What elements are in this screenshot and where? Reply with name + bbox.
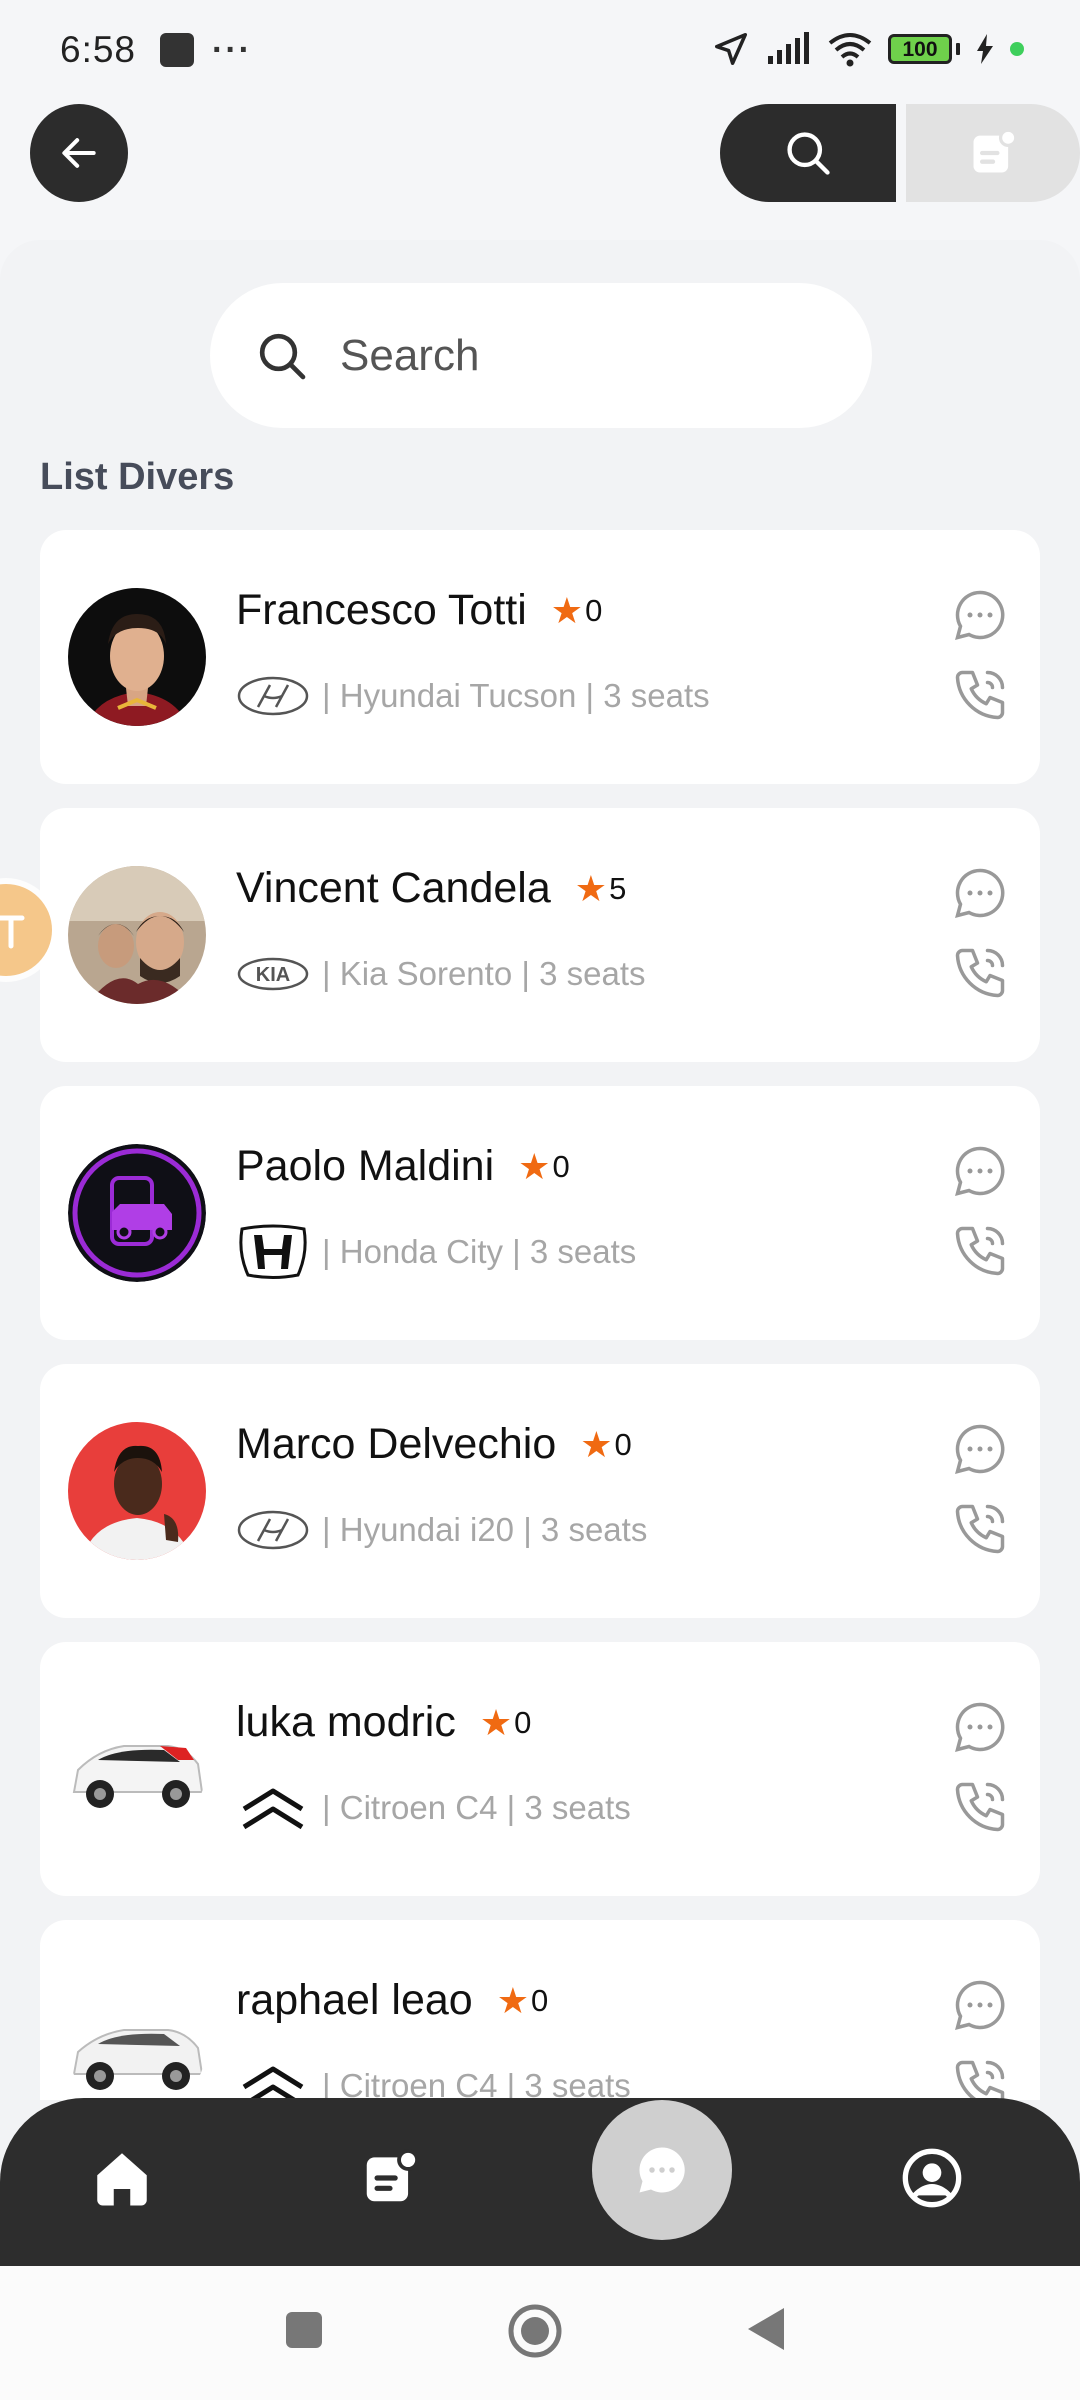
document-icon xyxy=(973,128,1018,173)
citroen-logo-icon xyxy=(236,1779,310,1837)
car-info: | Hyundai Tucson | 3 seats xyxy=(236,666,710,726)
nav-chat[interactable] xyxy=(592,2100,732,2240)
avatar xyxy=(68,1422,206,1560)
avatar xyxy=(68,866,206,1004)
kia-logo-icon: KIA xyxy=(236,945,310,1003)
call-button[interactable] xyxy=(950,1777,1010,1837)
avatar xyxy=(68,1144,206,1282)
chat-button[interactable] xyxy=(950,1975,1010,2035)
driver-name: Francesco Totti ★ 0 xyxy=(236,586,603,634)
profile-icon xyxy=(902,2148,962,2208)
chat-button[interactable] xyxy=(950,1141,1010,1201)
recents-button[interactable] xyxy=(282,2308,326,2352)
driver-card[interactable]: Marco Delvechio ★ 0 | Hyundai i20 | 3 sea… xyxy=(40,1364,1040,1618)
circle-icon xyxy=(508,2304,562,2358)
system-nav-bar xyxy=(0,2266,1080,2400)
driver-list[interactable]: Francesco Totti ★ 0 | Hyundai Tucson | 3 … xyxy=(0,530,1080,2100)
chat-icon xyxy=(639,2147,685,2193)
battery-indicator: 100 xyxy=(888,34,960,64)
driver-name: raphael leao ★ 0 xyxy=(236,1976,549,2024)
honda-logo-icon xyxy=(236,1223,310,1281)
back-system-button[interactable] xyxy=(744,2304,788,2354)
star-icon: ★ xyxy=(496,1979,529,2021)
driver-card[interactable]: Vincent Candela ★ 5 KIA | Kia Sorento | 3… xyxy=(40,808,1040,1062)
driver-card[interactable]: Paolo Maldini ★ 0 | Honda City | 3 seats xyxy=(40,1086,1040,1340)
call-button[interactable] xyxy=(950,943,1010,1003)
driver-name: luka modric ★ 0 xyxy=(236,1698,532,1746)
location-arrow-icon xyxy=(715,33,747,65)
status-time: 6:58 xyxy=(60,29,137,70)
search-icon xyxy=(787,132,830,175)
driver-card[interactable]: raphael leao ★ 0 | Citroen C4 | 3 seats xyxy=(40,1920,1040,2100)
call-button[interactable] xyxy=(950,1221,1010,1281)
triangle-back-icon xyxy=(748,2308,784,2350)
driver-card[interactable]: luka modric ★ 0 | Citroen C4 | 3 seats xyxy=(40,1642,1040,1896)
header-search-button[interactable] xyxy=(720,104,896,202)
star-icon: ★ xyxy=(479,1701,513,1743)
back-button[interactable] xyxy=(30,104,128,202)
home-system-button[interactable] xyxy=(506,2302,564,2360)
call-button[interactable] xyxy=(950,2055,1010,2100)
car-info: | Honda City | 3 seats xyxy=(236,1222,636,1282)
search-icon xyxy=(259,333,306,379)
driver-name: Paolo Maldini ★ 0 xyxy=(236,1142,570,1190)
svg-text:KIA: KIA xyxy=(256,964,290,986)
avatar xyxy=(68,1700,206,1838)
chat-button[interactable] xyxy=(950,1419,1010,1479)
driver-card[interactable]: Francesco Totti ★ 0 | Hyundai Tucson | 3 … xyxy=(40,530,1040,784)
car-info: KIA | Kia Sorento | 3 seats xyxy=(236,944,646,1004)
driver-name: Marco Delvechio ★ 0 xyxy=(236,1420,632,1468)
star-icon: ★ xyxy=(574,867,608,909)
nav-home[interactable] xyxy=(82,2138,162,2218)
square-icon xyxy=(286,2312,322,2348)
home-icon xyxy=(97,2153,147,2206)
rating: ★ 0 xyxy=(518,1145,570,1187)
nav-profile[interactable] xyxy=(892,2138,972,2218)
rating: ★ 0 xyxy=(580,1423,632,1465)
chat-button[interactable] xyxy=(950,585,1010,645)
wifi-icon xyxy=(828,33,872,67)
call-button[interactable] xyxy=(950,1499,1010,1559)
citroen-logo-icon xyxy=(236,2057,310,2100)
chat-button[interactable] xyxy=(950,1697,1010,1757)
rating: ★ 0 xyxy=(496,1979,549,2021)
rating: ★ 5 xyxy=(574,867,627,909)
app-notification-icon xyxy=(160,33,195,67)
charging-bolt-icon xyxy=(977,34,993,64)
car-info: | Hyundai i20 | 3 seats xyxy=(236,1500,647,1560)
driver-name: Vincent Candela ★ 5 xyxy=(236,864,627,912)
more-notifications-icon: ··· xyxy=(212,30,252,69)
rating: ★ 0 xyxy=(550,589,603,631)
bottom-nav xyxy=(0,2098,1080,2266)
search-input[interactable] xyxy=(340,330,790,381)
car-info: | Citroen C4 | 3 seats xyxy=(236,1778,631,1838)
header-document-button[interactable] xyxy=(906,104,1080,202)
status-indicators: 100 xyxy=(712,30,1024,68)
nav-documents[interactable] xyxy=(350,2138,430,2218)
search-bar[interactable] xyxy=(210,283,872,428)
star-icon: ★ xyxy=(518,1145,551,1187)
avatar xyxy=(68,1978,206,2100)
call-button[interactable] xyxy=(950,665,1010,725)
list-title: List Divers xyxy=(40,456,235,498)
rating: ★ 0 xyxy=(479,1701,532,1743)
document-icon xyxy=(366,2148,420,2202)
car-info: | Citroen C4 | 3 seats xyxy=(236,2056,631,2100)
assist-icon xyxy=(0,915,25,949)
battery-level: 100 xyxy=(888,34,952,64)
arrow-left-icon xyxy=(62,138,96,168)
signal-icon xyxy=(768,32,809,64)
star-icon: ★ xyxy=(550,589,584,631)
star-icon: ★ xyxy=(580,1423,613,1465)
chat-button[interactable] xyxy=(950,863,1010,923)
avatar xyxy=(68,588,206,726)
status-bar: 6:58 ··· 100 xyxy=(0,0,1080,100)
hyundai-logo-icon xyxy=(236,667,310,725)
privacy-indicator-dot xyxy=(1010,42,1024,56)
hyundai-logo-icon xyxy=(236,1501,310,1559)
